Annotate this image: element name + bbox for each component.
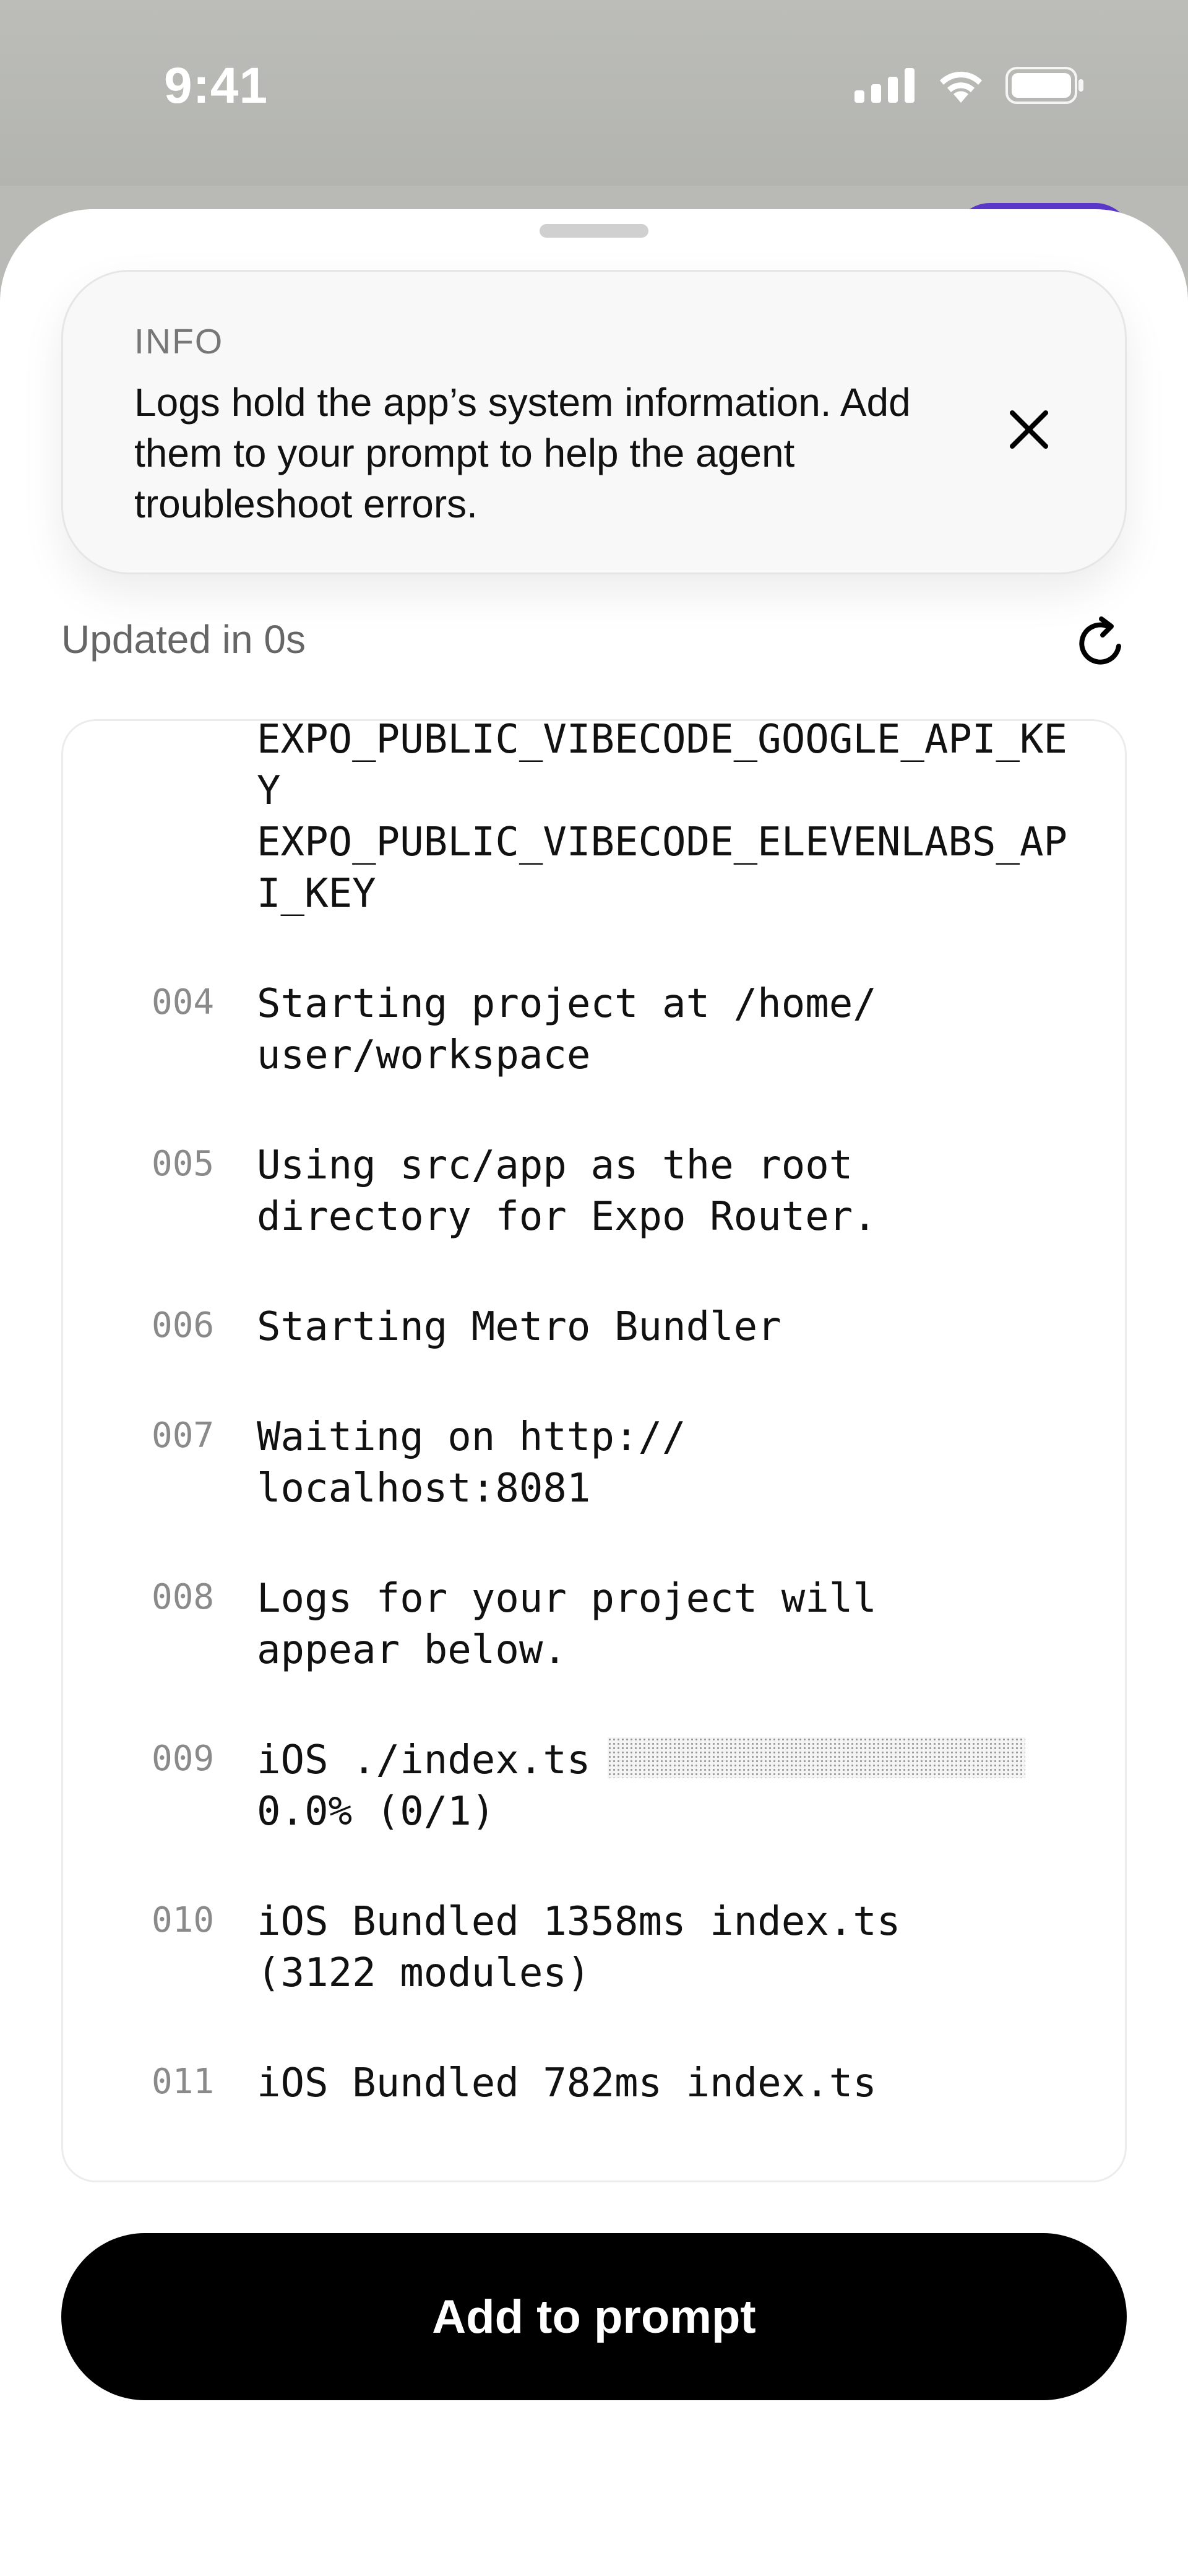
- close-icon[interactable]: [1001, 402, 1057, 457]
- battery-icon: [1005, 67, 1083, 104]
- bundle-file-label: iOS ./index.ts: [257, 1737, 591, 1783]
- updated-status: Updated in 0s: [61, 617, 306, 662]
- log-line-number: 006: [152, 1305, 215, 1346]
- log-line-number: 011: [152, 2062, 215, 2102]
- status-time: 9:41: [164, 58, 269, 114]
- bundle-progress-text: 0.0% (0/1): [257, 1789, 496, 1835]
- status-icons: [854, 67, 1086, 104]
- log-line: 007 Waiting on http:// localhost:8081: [63, 1412, 1125, 1515]
- log-line: 006 Starting Metro Bundler: [63, 1302, 1125, 1353]
- log-line: 009 iOS ./index.ts 0.0% (0/1): [63, 1735, 1125, 1838]
- log-line-number: 010: [152, 1900, 215, 1940]
- info-message: Logs hold the app’s system information. …: [134, 380, 911, 526]
- log-list: EPEXPO_PUBLIC_VIBECODE_GOOGLE_API_KEY EX…: [63, 719, 1125, 2109]
- log-line-text: EPEXPO_PUBLIC_VIBECODE_GOOGLE_API_KEY EX…: [257, 719, 1068, 917]
- log-line: 011 iOS Bundled 782ms index.ts: [63, 2058, 1125, 2109]
- log-line-number: 004: [152, 982, 215, 1022]
- log-line-number: 008: [152, 1577, 215, 1617]
- log-line-text: Waiting on http:// localhost:8081: [257, 1414, 686, 1511]
- status-bar: 9:41: [0, 0, 1188, 186]
- log-line-text: Starting project at /home/ user/workspac…: [257, 981, 877, 1078]
- log-line-text: Using src/app as the root directory for …: [257, 1143, 877, 1240]
- signal-icon: [854, 68, 915, 103]
- log-line-text: iOS ./index.ts 0.0% (0/1): [257, 1735, 1125, 1838]
- log-line-number: 009: [152, 1739, 215, 1779]
- log-viewer[interactable]: EPEXPO_PUBLIC_VIBECODE_GOOGLE_API_KEY EX…: [61, 719, 1127, 2182]
- log-line-text: iOS Bundled 782ms index.ts: [257, 2060, 877, 2106]
- log-line: 005 Using src/app as the root directory …: [63, 1140, 1125, 1243]
- wifi-icon: [940, 71, 982, 103]
- log-line: EPEXPO_PUBLIC_VIBECODE_GOOGLE_API_KEY EX…: [63, 719, 1125, 920]
- info-banner: INFO Logs hold the app’s system informat…: [61, 270, 1127, 574]
- log-line-text: Starting Metro Bundler: [257, 1304, 781, 1350]
- log-line-number: 005: [152, 1144, 215, 1184]
- log-line: 004 Starting project at /home/ user/work…: [63, 979, 1125, 1081]
- log-line-number: 007: [152, 1416, 215, 1456]
- sheet-drag-handle[interactable]: [540, 224, 648, 238]
- log-line-text: Logs for your project will appear below.: [257, 1576, 877, 1673]
- log-line-number: [63, 721, 257, 920]
- log-line: 008 Logs for your project will appear be…: [63, 1573, 1125, 1676]
- bundle-progress-bar: [608, 1737, 1026, 1778]
- log-line: 010 iOS Bundled 1358ms index.ts (3122 mo…: [63, 1896, 1125, 1999]
- add-to-prompt-button[interactable]: Add to prompt: [61, 2233, 1127, 2400]
- log-line-text: iOS Bundled 1358ms index.ts (3122 module…: [257, 1899, 901, 1996]
- info-label: INFO: [134, 322, 224, 361]
- refresh-icon[interactable]: [1070, 613, 1132, 675]
